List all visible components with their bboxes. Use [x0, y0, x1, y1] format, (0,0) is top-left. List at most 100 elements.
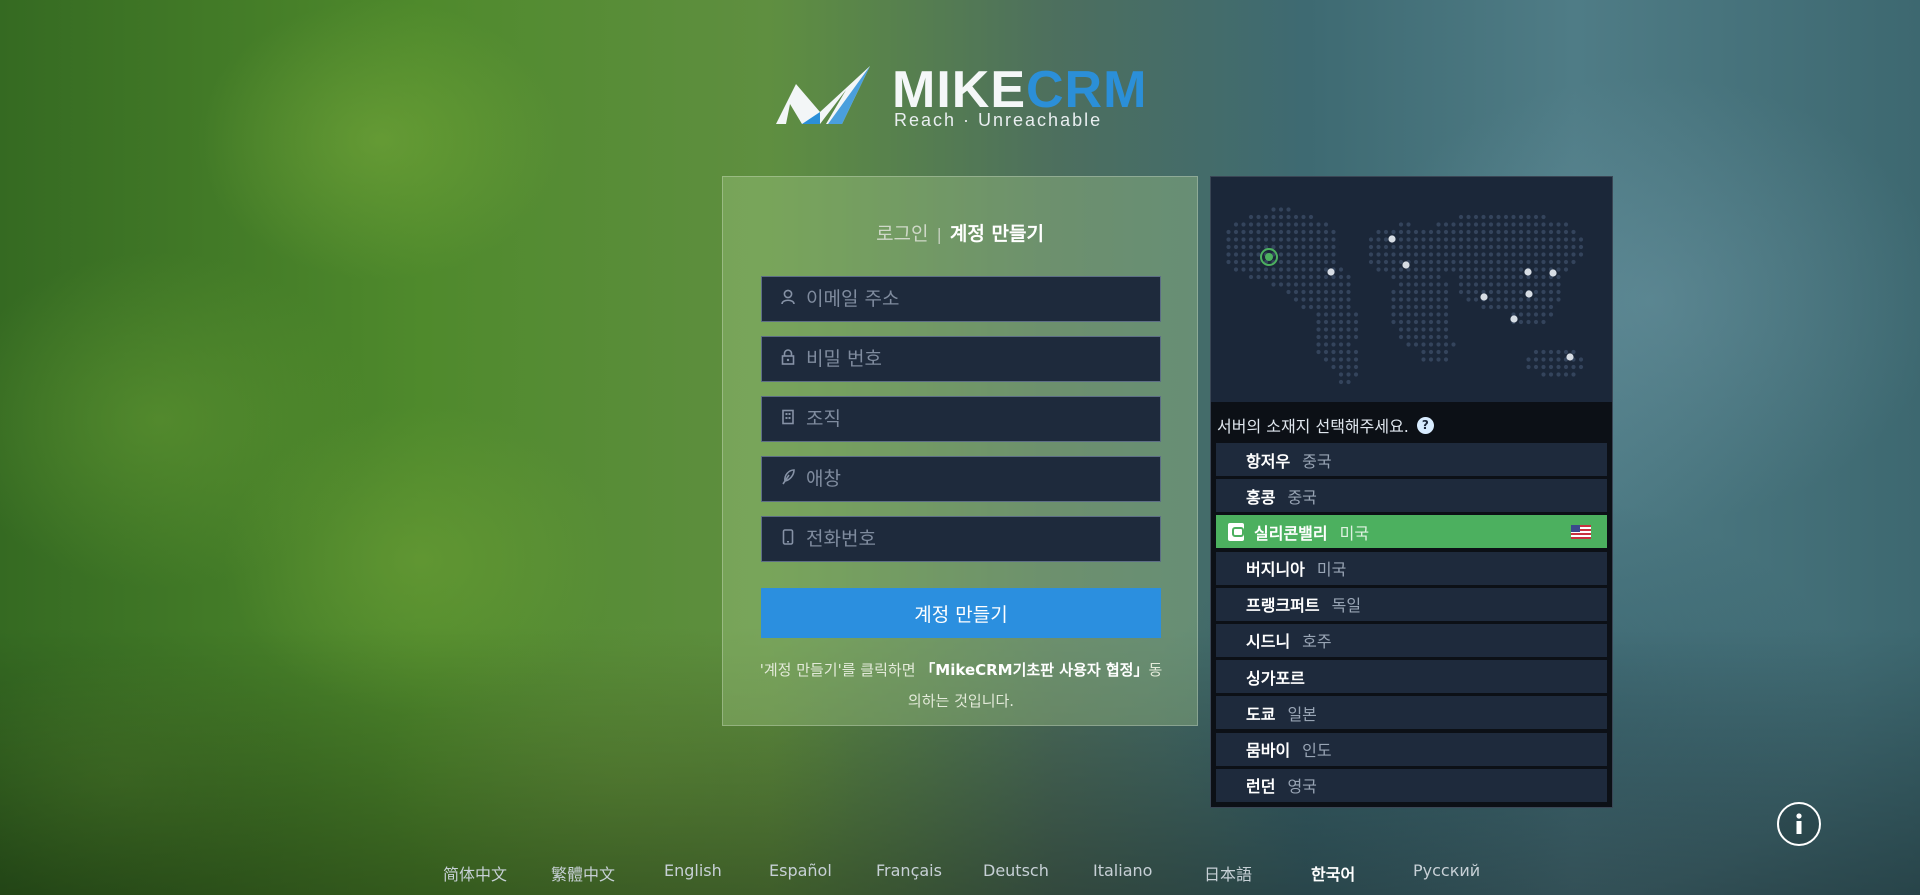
nickname-field[interactable] [761, 456, 1161, 502]
map-dot [1278, 229, 1284, 235]
map-dot [1338, 342, 1344, 347]
password-input[interactable] [806, 339, 1136, 379]
info-button[interactable] [1777, 802, 1821, 846]
map-dot [1278, 267, 1284, 272]
map-dot [1488, 289, 1494, 295]
map-dot [1331, 342, 1336, 347]
create-account-button[interactable]: 계정 만들기 [761, 588, 1161, 638]
map-dot [1428, 289, 1434, 295]
organization-field[interactable] [761, 396, 1161, 442]
map-dot [1533, 252, 1539, 257]
map-dot [1556, 289, 1561, 295]
map-dot [1398, 327, 1404, 332]
map-dot [1473, 297, 1479, 302]
logo-check-icon [776, 66, 870, 124]
map-dot [1481, 259, 1486, 265]
map-dot [1541, 289, 1546, 295]
map-dot [1383, 237, 1389, 242]
server-item-mumbai[interactable]: 뭄바이 인도 [1216, 732, 1607, 766]
map-dot [1503, 229, 1509, 235]
map-dot [1233, 267, 1239, 272]
map-dot [1293, 282, 1299, 287]
lang-korean[interactable]: 한국어 [1311, 861, 1355, 885]
map-dot [1556, 237, 1561, 242]
map-dot [1563, 229, 1569, 235]
lang-german[interactable]: Deutsch [983, 861, 1049, 880]
lang-italian[interactable]: Italiano [1093, 861, 1152, 880]
password-field[interactable] [761, 336, 1161, 382]
server-item-tokyo[interactable]: 도쿄 일본 [1216, 696, 1607, 730]
map-dot [1556, 244, 1561, 250]
map-dot [1548, 289, 1554, 295]
email-input[interactable] [806, 279, 1136, 319]
map-dot [1481, 282, 1486, 287]
server-item-frankfurt[interactable]: 프랭크퍼트 독일 [1216, 587, 1607, 621]
lang-simplified-chinese[interactable]: 简体中文 [443, 861, 507, 885]
map-dot [1526, 252, 1531, 257]
map-dot [1548, 252, 1554, 257]
email-field[interactable] [761, 276, 1161, 322]
map-dot [1466, 252, 1471, 257]
map-dot [1346, 282, 1351, 287]
map-dot [1421, 289, 1426, 295]
map-dot [1436, 222, 1441, 227]
server-country: 독일 [1331, 596, 1362, 616]
map-dot [1518, 244, 1524, 250]
map-dot [1436, 357, 1441, 362]
server-header-text: 서버의 소재지 선택해주세요. [1217, 417, 1409, 436]
nickname-input[interactable] [806, 459, 1136, 499]
tab-register[interactable]: 계정 만들기 [950, 223, 1044, 245]
server-item-london[interactable]: 런던 영국 [1216, 768, 1607, 802]
lang-traditional-chinese[interactable]: 繁體中文 [551, 861, 615, 885]
phone-input[interactable] [806, 519, 1136, 559]
map-dot [1533, 364, 1539, 370]
server-item-virginia[interactable]: 버지니아 미국 [1216, 551, 1607, 585]
terms-link[interactable]: 「MikeCRM기초판 사용자 협정」 [920, 661, 1148, 679]
server-item-sydney[interactable]: 시드니 호주 [1216, 623, 1607, 657]
map-dot [1466, 244, 1471, 250]
help-icon[interactable]: ? [1416, 416, 1434, 434]
map-dot [1323, 357, 1329, 362]
organization-input[interactable] [806, 399, 1136, 439]
server-item-hongkong[interactable]: 홍콩 중국 [1216, 479, 1607, 513]
map-dot [1443, 297, 1449, 302]
map-dot [1496, 244, 1501, 250]
map-dot [1346, 304, 1351, 310]
map-dot [1548, 304, 1554, 310]
map-dot [1346, 342, 1351, 347]
lang-french[interactable]: Français [876, 861, 942, 880]
server-item-silicon-valley[interactable]: 실리콘밸리 미국 [1216, 515, 1607, 549]
map-dot [1541, 222, 1546, 227]
server-city: 항저우 [1246, 451, 1291, 471]
map-dot [1271, 229, 1276, 235]
tab-login[interactable]: 로그인 [876, 223, 928, 245]
map-dot [1376, 229, 1381, 235]
lang-spanish[interactable]: Español [769, 861, 832, 880]
map-dot [1263, 229, 1269, 235]
server-item-singapore[interactable]: 싱가포르 [1216, 660, 1607, 694]
map-dot [1391, 252, 1396, 257]
map-dot [1421, 274, 1426, 280]
map-dot [1458, 237, 1464, 242]
map-dot [1578, 252, 1584, 257]
map-dot [1451, 222, 1456, 227]
lang-english[interactable]: English [664, 861, 722, 880]
map-dot [1451, 342, 1456, 347]
world-map-dots [1226, 207, 1584, 385]
map-dot [1481, 274, 1486, 280]
map-dot [1331, 237, 1336, 242]
server-item-hangzhou[interactable]: 항저우 중국 [1216, 443, 1607, 476]
map-dot [1443, 289, 1449, 295]
phone-field[interactable] [761, 516, 1161, 562]
map-dot [1413, 327, 1419, 332]
map-dot [1563, 252, 1569, 257]
lang-russian[interactable]: Русский [1413, 861, 1480, 880]
lang-japanese[interactable]: 日本語 [1204, 861, 1252, 885]
map-dot [1353, 364, 1359, 370]
map-dot [1286, 267, 1291, 272]
map-dot [1556, 267, 1561, 272]
map-dot [1458, 289, 1464, 295]
brand-tagline: Reach · Unreachable [894, 110, 1103, 130]
map-dot [1436, 259, 1441, 265]
map-dot [1301, 244, 1306, 250]
